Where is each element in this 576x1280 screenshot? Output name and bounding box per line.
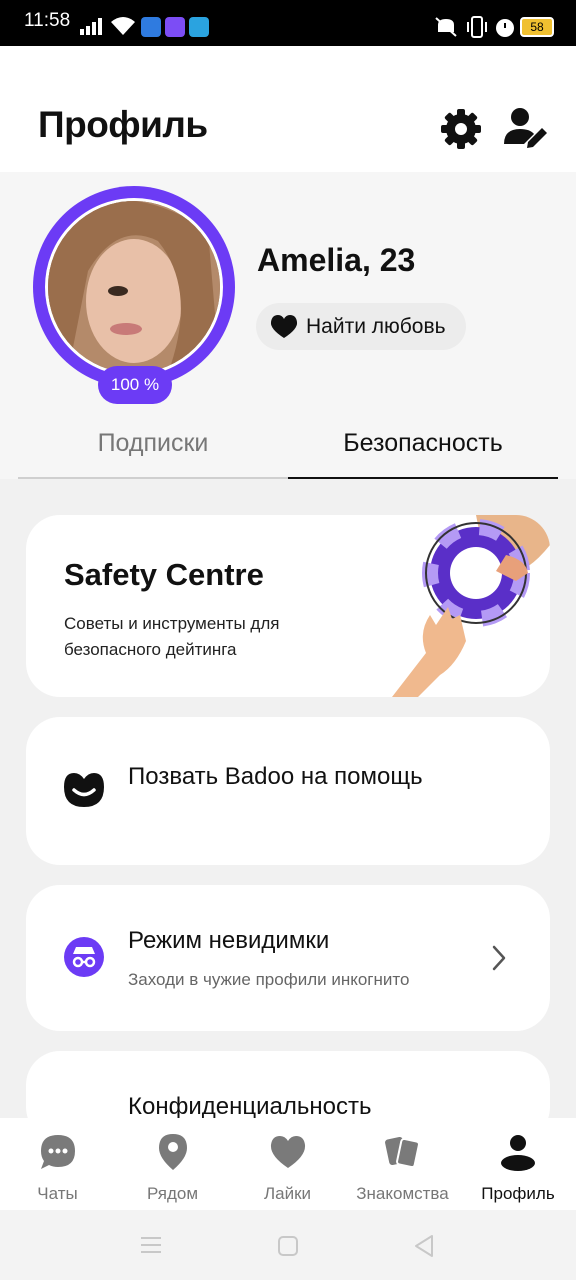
app-notification-icon [141,17,161,37]
mode-button[interactable]: Найти любовь [256,303,466,350]
telegram-icon [189,17,209,37]
nav-likes[interactable]: Лайки [230,1118,345,1210]
vibrate-icon [467,16,487,38]
safety-centre-description: Советы и инструменты для безопасного дей… [64,614,280,659]
nav-label: Чаты [37,1184,78,1203]
avatar[interactable] [45,198,223,376]
mute-icon [435,17,457,37]
invisible-mode-card[interactable]: Режим невидимки Заходи в чужие профили и… [26,885,550,1031]
edit-profile-icon[interactable] [502,106,548,150]
profile-icon [501,1135,535,1171]
incognito-icon [64,937,104,977]
lifebuoy-illustration [392,515,550,697]
wifi-icon [111,17,135,35]
tab-label: Подписки [97,429,209,457]
nav-label: Лайки [263,1184,312,1203]
profile-tabs: Подписки Безопасность [0,412,576,479]
nav-encounters[interactable]: Знакомства [345,1118,460,1210]
heart-icon [270,1136,305,1168]
nav-nearby[interactable]: Рядом [115,1118,230,1210]
app-header: Профиль [0,46,576,172]
menu-icon[interactable] [140,1235,162,1255]
status-bar: 11:58 58 [0,0,576,46]
gear-icon[interactable] [440,108,482,150]
status-time: 11:58 [24,10,71,31]
badoo-help-icon [64,773,104,807]
tab-safety[interactable]: Безопасность [288,412,558,479]
nav-chats[interactable]: Чаты [0,1118,115,1210]
chat-icon [40,1135,75,1169]
help-card-title: Позвать Badoo на помощь [128,763,423,790]
alarm-icon [496,19,514,37]
mode-button-label: Найти любовь [306,314,446,338]
nav-label: Знакомства [356,1184,449,1203]
safety-centre-title: Safety Centre [64,557,264,592]
help-card[interactable]: Позвать Badoo на помощь [26,717,550,865]
nav-label: Профиль [481,1184,555,1203]
page-title: Профиль [38,104,208,145]
user-name: Amelia, 23 [257,242,416,278]
nav-profile[interactable]: Профиль [460,1118,576,1210]
bottom-navigation: Чаты Рядом Лайки Знакомства Профиль [0,1118,576,1210]
heart-icon [270,314,298,338]
system-navigation-bar [0,1210,576,1280]
signal-icon [80,18,102,35]
profile-completion-badge: 100 % [98,366,172,404]
battery-icon: 58 [520,17,554,37]
invisible-mode-title: Режим невидимки [128,927,330,954]
avatar-photo [48,201,220,373]
badoo-notification-icon [165,17,185,37]
back-icon[interactable] [413,1234,435,1258]
invisible-mode-subtitle: Заходи в чужие профили инкогнито [128,970,410,989]
tab-subscriptions[interactable]: Подписки [18,412,288,479]
nav-label: Рядом [146,1184,199,1203]
cards-icon [384,1136,420,1169]
home-icon[interactable] [277,1235,299,1257]
chevron-right-icon [492,945,506,971]
tab-label: Безопасность [343,429,503,457]
location-icon [158,1134,187,1170]
battery-level: 58 [530,20,544,34]
privacy-card-title: Конфиденциальность [128,1093,372,1120]
safety-centre-card[interactable]: Safety Centre Советы и инструменты для б… [26,515,550,697]
